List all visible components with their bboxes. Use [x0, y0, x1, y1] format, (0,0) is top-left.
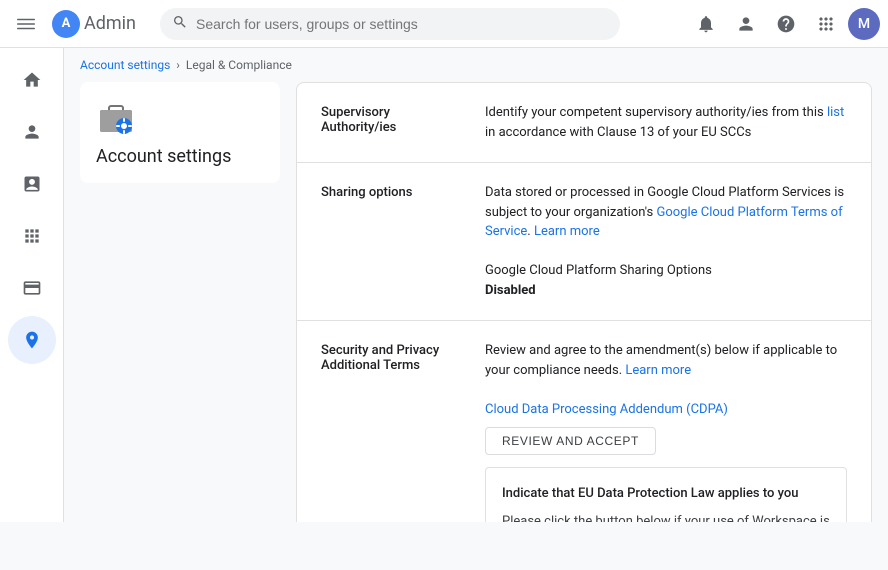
settings-table: Supervisory Authority/ies Identify your … — [297, 83, 871, 522]
logo-dot: A — [52, 10, 80, 38]
nav-actions: M — [688, 6, 880, 42]
account-button[interactable] — [728, 6, 764, 42]
account-settings-icon — [96, 98, 136, 138]
user-avatar[interactable]: M — [848, 8, 880, 40]
sidebar — [0, 48, 64, 522]
security-privacy-value: Review and agree to the amendment(s) bel… — [485, 341, 847, 522]
supervisory-list-link[interactable]: list — [827, 105, 844, 120]
eu-body: Please click the button below if your us… — [502, 512, 830, 523]
breadcrumb-current: Legal & Compliance — [186, 58, 292, 72]
help-button[interactable] — [768, 6, 804, 42]
sharing-subtext: Google Cloud Platform Sharing Options — [485, 261, 847, 281]
sharing-options-value: Data stored or processed in Google Cloud… — [485, 183, 847, 300]
sidebar-item-directory[interactable] — [8, 316, 56, 364]
security-privacy-label: Security and Privacy Additional Terms — [321, 341, 461, 373]
notifications-button[interactable] — [688, 6, 724, 42]
sidebar-item-users[interactable] — [8, 108, 56, 156]
settings-panel: Supervisory Authority/ies Identify your … — [296, 82, 872, 522]
sharing-status: Disabled — [485, 281, 847, 301]
eu-title: Indicate that EU Data Protection Law app… — [502, 484, 830, 504]
breadcrumb-separator: › — [176, 58, 180, 72]
sharing-options-label: Sharing options — [321, 183, 461, 200]
supervisory-authority-label: Supervisory Authority/ies — [321, 103, 461, 135]
search-icon — [172, 14, 188, 34]
main-layout: Account settings › Legal & Compliance — [0, 48, 888, 522]
account-settings-card: Account settings — [80, 82, 280, 183]
sharing-options-row: Sharing options Data stored or processed… — [297, 163, 871, 321]
logo-letter: A — [62, 16, 71, 31]
main-content: Account settings › Legal & Compliance — [64, 48, 888, 522]
sidebar-item-billing[interactable] — [8, 264, 56, 312]
sharing-learn-more-link[interactable]: Learn more — [534, 224, 600, 239]
security-learn-more-link[interactable]: Learn more — [625, 363, 691, 378]
breadcrumb: Account settings › Legal & Compliance — [64, 48, 888, 82]
search-input[interactable] — [196, 16, 608, 32]
supervisory-text1: Identify your competent supervisory auth… — [485, 105, 827, 120]
search-bar[interactable] — [160, 8, 620, 40]
app-title: Admin — [84, 13, 136, 34]
hamburger-menu[interactable] — [8, 6, 44, 42]
sidebar-item-home[interactable] — [8, 56, 56, 104]
admin-logo: A Admin — [52, 10, 136, 38]
supervisory-authority-row: Supervisory Authority/ies Identify your … — [297, 83, 871, 163]
eu-section: Indicate that EU Data Protection Law app… — [485, 467, 847, 522]
breadcrumb-parent[interactable]: Account settings — [80, 58, 170, 72]
apps-button[interactable] — [808, 6, 844, 42]
security-privacy-row: Security and Privacy Additional Terms Re… — [297, 321, 871, 522]
top-navigation: A Admin M — [0, 0, 888, 48]
avatar-letter: M — [858, 16, 870, 32]
sidebar-item-apps[interactable] — [8, 212, 56, 260]
sidebar-item-reporting[interactable] — [8, 160, 56, 208]
supervisory-text2: in accordance with Clause 13 of your EU … — [485, 125, 751, 140]
review-accept-cdpa-button[interactable]: REVIEW AND ACCEPT — [485, 427, 656, 455]
left-panel: Account settings — [80, 82, 280, 522]
cdpa-link[interactable]: Cloud Data Processing Addendum (CDPA) — [485, 400, 847, 420]
account-settings-title: Account settings — [96, 146, 231, 167]
supervisory-authority-value: Identify your competent supervisory auth… — [485, 103, 847, 142]
security-intro: Review and agree to the amendment(s) bel… — [485, 341, 847, 380]
sharing-text2: . — [527, 224, 534, 239]
content-area: Account settings Supervisory Authority/i… — [64, 82, 888, 522]
